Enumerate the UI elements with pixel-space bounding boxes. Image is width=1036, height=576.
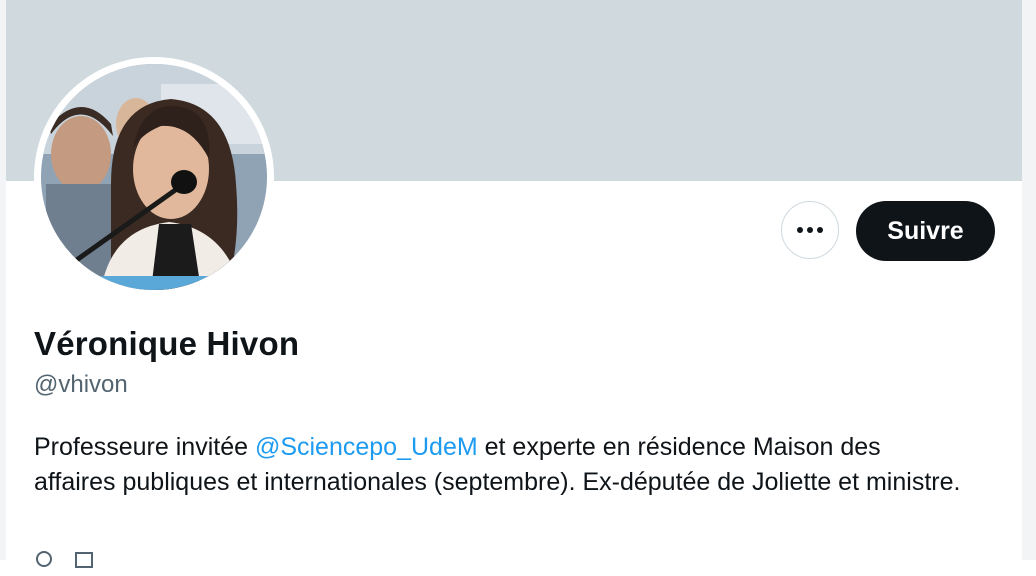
profile-meta-row bbox=[34, 548, 104, 576]
more-options-button[interactable] bbox=[781, 201, 839, 259]
avatar[interactable] bbox=[41, 64, 267, 290]
bio-text-start: Professeure invitée bbox=[34, 433, 255, 461]
link-icon bbox=[34, 548, 54, 576]
profile-handle: @vhivon bbox=[34, 371, 128, 398]
bio-mention-link[interactable]: @Sciencepo_UdeM bbox=[255, 433, 478, 461]
profile-bio: Professeure invitée @Sciencepo_UdeM et e… bbox=[34, 430, 964, 500]
calendar-icon bbox=[74, 548, 94, 576]
avatar-photo bbox=[41, 64, 267, 290]
more-icon bbox=[797, 227, 823, 233]
window-edge-right bbox=[1022, 0, 1036, 560]
follow-button[interactable]: Suivre bbox=[856, 201, 995, 261]
profile-name: Véronique Hivon bbox=[34, 325, 300, 362]
